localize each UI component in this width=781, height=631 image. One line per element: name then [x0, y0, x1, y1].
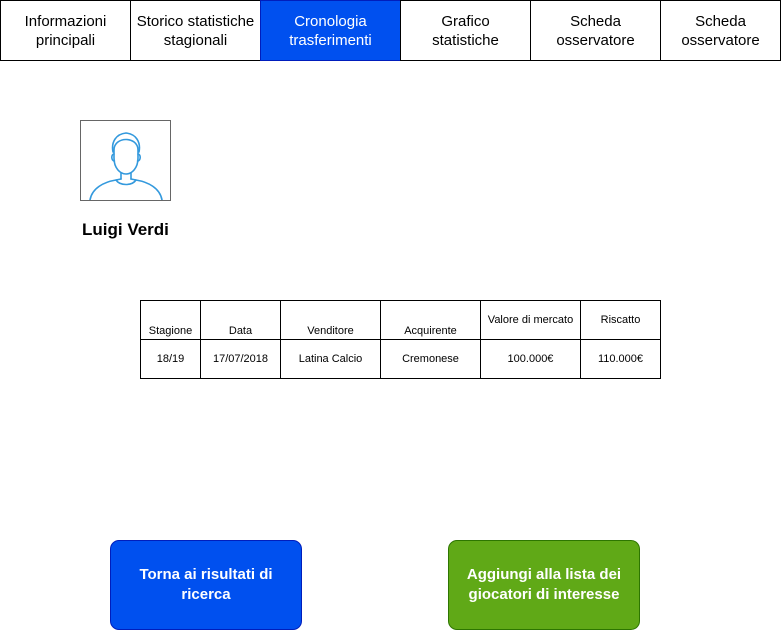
transfer-history-table: Stagione Data Venditore Acquirente Valor… — [140, 300, 661, 379]
back-to-results-button[interactable]: Torna ai risultati di ricerca — [110, 540, 302, 630]
header-acquirente: Acquirente — [380, 300, 481, 340]
header-venditore: Venditore — [280, 300, 381, 340]
tab-grafico-statistiche[interactable]: Grafico statistiche — [400, 0, 531, 61]
player-avatar — [80, 120, 171, 201]
header-riscatto: Riscatto — [580, 300, 661, 340]
tab-storico-statistiche[interactable]: Storico statistiche stagionali — [130, 0, 261, 61]
cell-acquirente: Cremonese — [380, 339, 481, 379]
table-row: 18/19 17/07/2018 Latina Calcio Cremonese… — [140, 339, 661, 379]
header-data: Data — [200, 300, 281, 340]
add-to-watchlist-button[interactable]: Aggiungi alla lista dei giocatori di int… — [448, 540, 640, 630]
tab-scheda-osservatore[interactable]: Scheda osservatore — [530, 0, 661, 61]
cell-data: 17/07/2018 — [200, 339, 281, 379]
table-header-row: Stagione Data Venditore Acquirente Valor… — [140, 300, 661, 340]
user-avatar-icon — [88, 132, 163, 200]
tab-cronologia-trasferimenti[interactable]: Cronologia trasferimenti — [260, 0, 401, 61]
header-valore-di-mercato: Valore di mercato — [480, 300, 581, 340]
cell-venditore: Latina Calcio — [280, 339, 381, 379]
cell-stagione: 18/19 — [140, 339, 201, 379]
header-stagione: Stagione — [140, 300, 201, 340]
player-name: Luigi Verdi — [82, 220, 169, 239]
tab-informazioni-principali[interactable]: Informazioni principali — [0, 0, 131, 61]
cell-riscatto: 110.000€ — [580, 339, 661, 379]
tab-scheda-osservatore-2[interactable]: Scheda osservatore — [660, 0, 781, 61]
page: Informazioni principali Storico statisti… — [0, 0, 781, 631]
cell-valore-di-mercato: 100.000€ — [480, 339, 581, 379]
